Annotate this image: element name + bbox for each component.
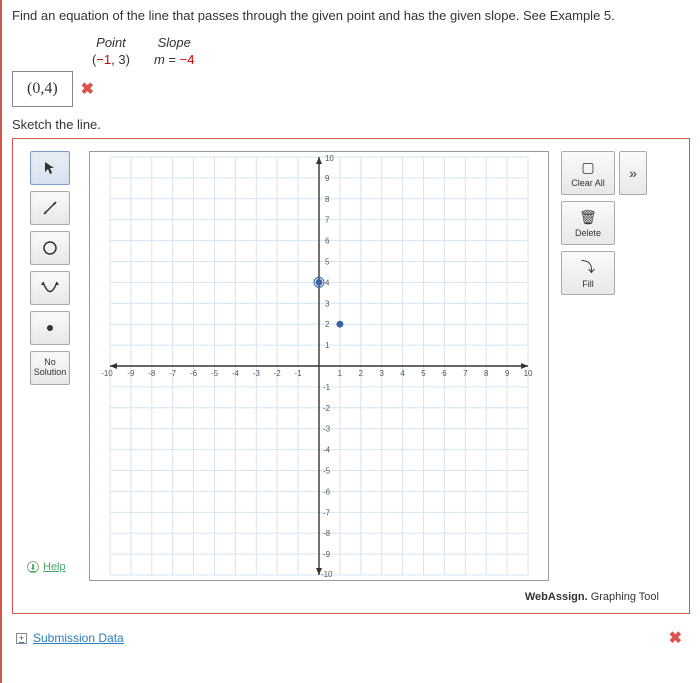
svg-text:-5: -5 <box>211 369 219 378</box>
question-text: Find an equation of the line that passes… <box>12 0 690 29</box>
svg-text:-2: -2 <box>323 404 331 413</box>
svg-text:-3: -3 <box>253 369 261 378</box>
svg-text:5: 5 <box>421 369 426 378</box>
svg-text:-4: -4 <box>232 369 240 378</box>
tool-parabola[interactable] <box>30 271 70 305</box>
point-header: Point <box>92 35 130 50</box>
given-data: Point (−1, 3) Slope m = −4 <box>92 35 690 67</box>
svg-text:-4: -4 <box>323 446 331 455</box>
svg-text:3: 3 <box>379 369 384 378</box>
graph-caption: WebAssign. Graphing Tool <box>23 591 679 603</box>
svg-text:1: 1 <box>338 369 343 378</box>
svg-text:-6: -6 <box>190 369 198 378</box>
svg-text:9: 9 <box>505 369 510 378</box>
svg-text:6: 6 <box>442 369 447 378</box>
svg-text:-10: -10 <box>101 369 113 378</box>
clear-icon: ▢ <box>581 159 594 176</box>
svg-text:6: 6 <box>325 237 330 246</box>
submission-data-link[interactable]: + Submission Data <box>16 631 124 645</box>
svg-text:8: 8 <box>484 369 489 378</box>
trash-icon: 🗑 <box>579 209 597 226</box>
svg-text:3: 3 <box>325 299 330 308</box>
svg-text:4: 4 <box>400 369 405 378</box>
point-value: (−1, 3) <box>92 52 130 67</box>
help-link[interactable]: ⬇ Help <box>27 561 66 573</box>
svg-text:-6: -6 <box>323 487 331 496</box>
graph-canvas[interactable]: -10 -9 -8 -7 -6 -5 -4 -3 -2 -1 1 2 3 4 5 6 7 8 9 10 10 9 8 7 6… <box>89 151 549 581</box>
slope-value: m = −4 <box>154 52 195 67</box>
svg-text:10: 10 <box>524 369 533 378</box>
tool-point[interactable] <box>30 311 70 345</box>
svg-text:-7: -7 <box>169 369 177 378</box>
svg-text:-7: -7 <box>323 508 331 517</box>
slope-header: Slope <box>154 35 195 50</box>
help-icon: ⬇ <box>27 561 39 573</box>
answer-input[interactable]: (0,4) <box>12 71 73 107</box>
tool-no-solution[interactable]: No Solution <box>30 351 70 385</box>
svg-text:-9: -9 <box>127 369 135 378</box>
svg-text:-1: -1 <box>295 369 303 378</box>
svg-text:7: 7 <box>463 369 468 378</box>
svg-text:-9: -9 <box>323 550 331 559</box>
svg-text:-8: -8 <box>323 529 331 538</box>
svg-text:1: 1 <box>325 341 330 350</box>
plotted-point-1-2[interactable] <box>336 321 343 328</box>
clear-all-button[interactable]: ▢ Clear All <box>561 151 615 195</box>
right-toolbar: ▢ Clear All 🗑 Delete ⤵ Fill <box>561 151 615 295</box>
svg-text:-5: -5 <box>323 466 331 475</box>
svg-text:7: 7 <box>325 216 330 225</box>
svg-text:8: 8 <box>325 195 330 204</box>
svg-text:10: 10 <box>325 154 334 163</box>
graph-frame: No Solution <box>12 138 690 614</box>
incorrect-icon-bottom: ✖ <box>669 628 682 648</box>
tool-line[interactable] <box>30 191 70 225</box>
svg-text:-2: -2 <box>274 369 282 378</box>
expand-button[interactable]: » <box>619 151 647 195</box>
tool-circle[interactable] <box>30 231 70 265</box>
expand-icon: + <box>16 633 27 644</box>
svg-text:-3: -3 <box>323 425 331 434</box>
fill-icon: ⤵ <box>581 257 595 277</box>
plotted-point-0-4[interactable] <box>316 279 323 286</box>
sketch-label: Sketch the line. <box>12 117 690 132</box>
left-toolbar: No Solution <box>23 151 77 385</box>
graph-svg: -10 -9 -8 -7 -6 -5 -4 -3 -2 -1 1 2 3 4 5 6 7 8 9 10 10 9 8 7 6… <box>90 152 548 580</box>
svg-text:-8: -8 <box>148 369 156 378</box>
incorrect-icon: ✖ <box>81 79 94 99</box>
fill-button[interactable]: ⤵ Fill <box>561 251 615 295</box>
svg-text:-10: -10 <box>321 570 333 579</box>
svg-text:5: 5 <box>325 257 330 266</box>
svg-text:2: 2 <box>359 369 364 378</box>
tool-pointer[interactable] <box>30 151 70 185</box>
svg-text:9: 9 <box>325 174 330 183</box>
svg-text:4: 4 <box>325 278 330 287</box>
svg-text:-1: -1 <box>323 383 331 392</box>
delete-button[interactable]: 🗑 Delete <box>561 201 615 245</box>
svg-text:2: 2 <box>325 320 330 329</box>
